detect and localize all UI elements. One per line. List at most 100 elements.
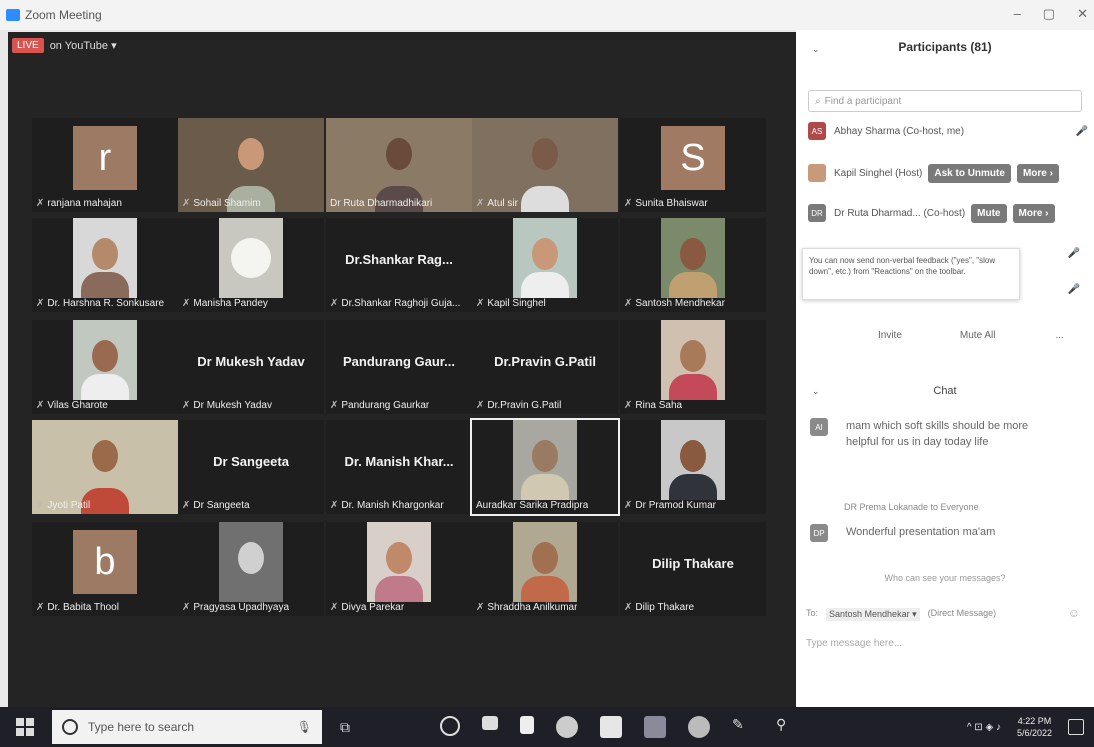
mic-muted-icon: ✗ [624, 298, 633, 309]
participant-row[interactable]: Kapil Singhel (Host) Ask to Unmute More … [808, 160, 1088, 186]
video-tile[interactable]: Dr Mukesh Yadav ✗ Dr Mukesh Yadav [178, 320, 324, 414]
mic-icon[interactable]: 🎤 [1068, 284, 1080, 295]
participant-name: Dr Ruta Dharmad... (Co-host) [834, 207, 966, 219]
app-icon[interactable] [688, 716, 710, 738]
system-tray: ^ ⊡ ◈ ♪ 4:22 PM 5/6/2022 [967, 715, 1052, 739]
avatar: S [661, 126, 725, 190]
participant-photo [661, 320, 725, 400]
video-tile[interactable]: ✗ Jyoti Patil [32, 420, 178, 514]
mic-muted-icon: ✗ [36, 298, 45, 309]
tile-name: Manisha Pandey [193, 298, 268, 309]
chat-message-text: mam which soft skills should be more hel… [846, 420, 1029, 448]
word-icon[interactable] [600, 716, 622, 738]
video-tile[interactable]: ✗ Manisha Pandey [178, 218, 324, 312]
tile-display-name: Dilip Thakare [652, 556, 734, 571]
search-tool-icon[interactable]: ⚲ [776, 716, 798, 738]
chat-message-text: Wonderful presentation ma'am [846, 526, 996, 538]
participant-row[interactable]: DR Dr Ruta Dharmad... (Co-host) Mute Mor… [808, 200, 1088, 226]
mic-muted-icon: ✗ [624, 400, 633, 411]
chat-header: Chat [933, 385, 957, 397]
window-title: Zoom Meeting [25, 8, 102, 22]
title-bar: Zoom Meeting – ▢ ✕ [0, 0, 1094, 30]
notification-icon[interactable] [1068, 719, 1084, 735]
mic-icon[interactable]: 🎤 [1076, 126, 1088, 137]
opera-icon[interactable] [440, 716, 460, 736]
participant-row[interactable]: AS Abhay Sharma (Co-host, me) 🎤 [808, 118, 1088, 144]
video-tile[interactable]: ✗ Atul sir [472, 118, 618, 212]
pen-icon[interactable]: ✎ [732, 716, 754, 738]
video-tile-active-speaker[interactable]: Auradkar Sarika Pradipra [470, 418, 620, 516]
clock[interactable]: 4:22 PM 5/6/2022 [1017, 715, 1052, 739]
invite-button[interactable]: Invite [878, 330, 902, 341]
video-tile[interactable]: Dr.Shankar Rag... ✗ Dr.Shankar Raghoji Gu… [326, 218, 472, 312]
who-can-see-link[interactable]: Who can see your messages? [796, 573, 1094, 583]
video-tile[interactable]: ✗ Dr Pramod Kumar [620, 420, 766, 514]
recipient-dropdown[interactable]: Santosh Mendhekar ▾ [826, 608, 920, 621]
video-tile[interactable]: ✗ Pragyasa Upadhyaya [178, 522, 324, 616]
restore-icon[interactable]: ▢ [1043, 6, 1055, 22]
side-panel: ⌄ Participants (81) ⌕ Find a participant… [796, 30, 1094, 707]
task-view-icon[interactable]: ⧉ [340, 719, 350, 736]
zoom-icon[interactable] [644, 716, 666, 738]
video-tile[interactable]: Dr.Pravin G.Patil ✗ Dr.Pravin G.Patil [472, 320, 618, 414]
tile-name: ranjana mahajan [47, 198, 122, 209]
tile-name: Dr. Harshna R. Sonkusare [47, 298, 165, 309]
mute-button[interactable]: Mute [971, 203, 1007, 223]
video-tile[interactable]: Pandurang Gaur... ✗ Pandurang Gaurkar [326, 320, 472, 414]
tile-name: Auradkar Sarika Pradipra [476, 500, 589, 511]
video-tile[interactable]: S ✗ Sunita Bhaiswar [620, 118, 766, 212]
windows-start-icon[interactable] [16, 718, 34, 736]
document-icon[interactable] [520, 716, 534, 734]
tile-name: Dr Mukesh Yadav [193, 400, 272, 411]
mic-muted-icon: ✗ [624, 500, 633, 511]
more-button[interactable]: More › [1012, 203, 1055, 223]
video-tile[interactable]: ✗ Vilas Gharote [32, 320, 178, 414]
mic-muted-icon: ✗ [330, 298, 339, 309]
tray-icons[interactable]: ^ ⊡ ◈ ♪ [967, 722, 1001, 733]
tile-name: Vilas Gharote [47, 400, 108, 411]
video-tile[interactable]: ✗ Divya Parekar [326, 522, 472, 616]
to-label: To: [806, 608, 819, 618]
mic-muted-icon: ✗ [182, 400, 191, 411]
mic-muted-icon: ✗ [36, 602, 45, 613]
tile-name: Sohail Shamim [193, 198, 261, 209]
settings-icon[interactable]: ☺ [1068, 606, 1080, 620]
more-button[interactable]: More › [1016, 163, 1059, 183]
live-indicator[interactable]: LIVE on YouTube ▾ [12, 38, 117, 53]
ask-to-unmute-button[interactable]: Ask to Unmute [928, 163, 1011, 183]
file-explorer-icon[interactable] [482, 716, 498, 730]
tile-name: Dr Sangeeta [193, 500, 250, 511]
chat-message-input[interactable]: Type message here... [806, 638, 902, 649]
video-tile[interactable]: Dr Sangeeta ✗ Dr Sangeeta [178, 420, 324, 514]
video-tile[interactable]: Dilip Thakare ✗ Dilip Thakare [620, 522, 766, 616]
microphone-icon[interactable]: 🎙 [297, 720, 312, 734]
participants-header: Participants (81) [898, 40, 992, 54]
video-tile[interactable]: r ✗ ranjana mahajan [32, 118, 178, 212]
participant-search-input[interactable]: ⌕ Find a participant [808, 90, 1082, 112]
participant-photo [367, 522, 431, 602]
mic-muted-icon: ✗ [182, 602, 191, 613]
video-tile[interactable]: ✗ Dr. Harshna R. Sonkusare [32, 218, 178, 312]
video-tile[interactable]: ✗ Kapil Singhel [472, 218, 618, 312]
avatar: DP [810, 524, 828, 542]
video-tile[interactable]: ✗ Shraddha Anilkumar [472, 522, 618, 616]
mic-icon[interactable]: 🎤 [1068, 248, 1080, 259]
video-tile[interactable]: b ✗ Dr. Babita Thool [32, 522, 178, 616]
avatar: b [73, 530, 137, 594]
mute-all-button[interactable]: Mute All [960, 330, 996, 341]
video-tile[interactable]: ✗ Santosh Mendhekar [620, 218, 766, 312]
more-options-button[interactable]: ... [1055, 330, 1063, 341]
chrome-icon[interactable] [556, 716, 578, 738]
tile-name: Divya Parekar [341, 602, 405, 613]
video-tile[interactable]: Dr Ruta Dharmadhikari [326, 118, 472, 212]
video-tile[interactable]: ✗ Sohail Shamim [178, 118, 324, 212]
close-icon[interactable]: ✕ [1077, 6, 1088, 22]
video-tile[interactable]: ✗ Rina Saha [620, 320, 766, 414]
tile-display-name: Dr.Pravin G.Patil [494, 354, 596, 369]
minimize-icon[interactable]: – [1014, 6, 1021, 22]
video-tile[interactable]: Dr. Manish Khar... ✗ Dr. Manish Khargonka… [326, 420, 472, 514]
tile-display-name: Dr Mukesh Yadav [197, 354, 305, 369]
taskbar-search-box[interactable]: Type here to search 🎙 [52, 710, 322, 744]
direct-message-note: (Direct Message) [927, 608, 997, 618]
windows-taskbar: Type here to search 🎙 ⧉ ✎ ⚲ ^ ⊡ ◈ ♪ 4:22… [0, 707, 1094, 747]
